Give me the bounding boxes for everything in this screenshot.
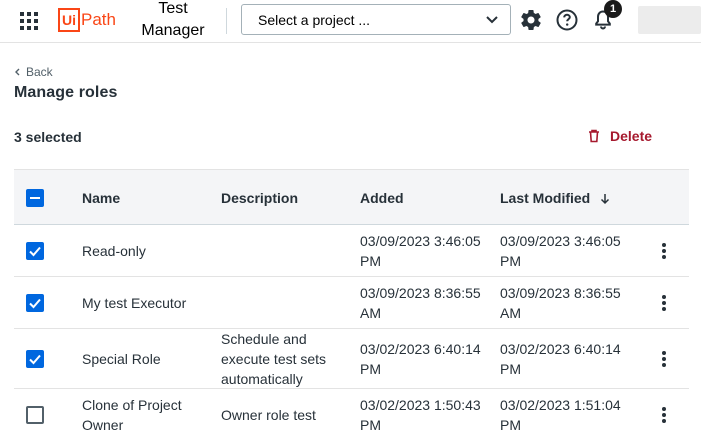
role-name[interactable]: Special Role bbox=[82, 349, 161, 369]
header-divider bbox=[226, 8, 227, 34]
selected-count: 3 selected bbox=[14, 129, 82, 145]
logo-path-text: Path bbox=[81, 10, 116, 29]
page-title: Manage roles bbox=[14, 84, 118, 101]
trash-icon bbox=[589, 129, 599, 143]
column-header-added[interactable]: Added bbox=[360, 188, 404, 208]
select-all-checkbox[interactable] bbox=[26, 189, 44, 207]
table-row[interactable]: Clone of Project Owner Owner role test 0… bbox=[14, 389, 689, 440]
project-select[interactable]: Select a project ... bbox=[241, 4, 511, 35]
checkmark-icon bbox=[29, 246, 41, 257]
product-name-line2: Manager bbox=[141, 22, 205, 39]
role-added: 03/02/2023 1:50:43 PM bbox=[360, 397, 481, 433]
roles-table: Name Description Added Last Modified Rea… bbox=[14, 169, 689, 440]
column-header-description[interactable]: Description bbox=[221, 188, 298, 208]
back-link[interactable]: Back bbox=[14, 65, 53, 79]
more-actions-icon[interactable] bbox=[658, 405, 670, 425]
chevron-left-icon bbox=[15, 68, 20, 76]
role-added: 03/02/2023 6:40:14 PM bbox=[360, 341, 481, 377]
more-actions-icon[interactable] bbox=[658, 349, 670, 369]
more-actions-icon[interactable] bbox=[658, 241, 670, 261]
role-added: 03/09/2023 3:46:05 PM bbox=[360, 233, 481, 269]
row-checkbox[interactable] bbox=[26, 294, 44, 312]
product-name-line1: Test bbox=[158, 0, 188, 17]
delete-button[interactable]: Delete bbox=[588, 128, 652, 144]
indeterminate-icon bbox=[30, 197, 40, 199]
uipath-logo[interactable]: Ui Path bbox=[58, 7, 116, 33]
logo-ui-mark: Ui bbox=[58, 8, 80, 32]
role-name[interactable]: Clone of Project Owner bbox=[82, 395, 207, 435]
back-link-label: Back bbox=[26, 65, 53, 79]
checkmark-icon bbox=[29, 298, 41, 309]
top-app-bar: Ui Path Test Manager Select a project ..… bbox=[0, 0, 701, 43]
role-added: 03/09/2023 8:36:55 AM bbox=[360, 285, 481, 321]
more-actions-icon[interactable] bbox=[658, 293, 670, 313]
project-select-value: Select a project ... bbox=[258, 11, 371, 28]
column-header-last-modified-label: Last Modified bbox=[500, 190, 591, 206]
table-row[interactable]: My test Executor 03/09/2023 8:36:55 AM 0… bbox=[14, 277, 689, 329]
product-name: Test Manager bbox=[133, 0, 213, 42]
role-last-modified: 03/09/2023 8:36:55 AM bbox=[500, 285, 621, 321]
checkmark-icon bbox=[29, 354, 41, 365]
role-last-modified: 03/09/2023 3:46:05 PM bbox=[500, 233, 621, 269]
delete-button-label: Delete bbox=[610, 128, 653, 144]
table-row[interactable]: Read-only 03/09/2023 3:46:05 PM 03/09/20… bbox=[14, 225, 689, 277]
arrow-down-icon bbox=[601, 194, 610, 205]
row-checkbox[interactable] bbox=[26, 242, 44, 260]
column-header-last-modified[interactable]: Last Modified bbox=[500, 188, 610, 208]
role-last-modified: 03/02/2023 6:40:14 PM bbox=[500, 341, 621, 377]
role-description: Owner role test bbox=[221, 407, 316, 423]
gear-icon[interactable] bbox=[519, 8, 543, 32]
column-header-name[interactable]: Name bbox=[82, 188, 120, 208]
role-name[interactable]: Read-only bbox=[82, 241, 146, 261]
table-header: Name Description Added Last Modified bbox=[14, 169, 689, 225]
row-checkbox[interactable] bbox=[26, 350, 44, 368]
table-row[interactable]: Special Role Schedule and execute test s… bbox=[14, 329, 689, 389]
role-name[interactable]: My test Executor bbox=[82, 293, 186, 313]
chevron-down-icon bbox=[486, 15, 498, 23]
apps-grid-icon[interactable] bbox=[20, 12, 38, 30]
user-avatar[interactable] bbox=[638, 6, 701, 34]
notification-count-badge: 1 bbox=[604, 0, 622, 18]
role-last-modified: 03/02/2023 1:51:04 PM bbox=[500, 397, 621, 433]
help-icon[interactable] bbox=[555, 8, 579, 32]
row-checkbox[interactable] bbox=[26, 406, 44, 424]
role-description: Schedule and execute test sets automatic… bbox=[221, 331, 327, 387]
